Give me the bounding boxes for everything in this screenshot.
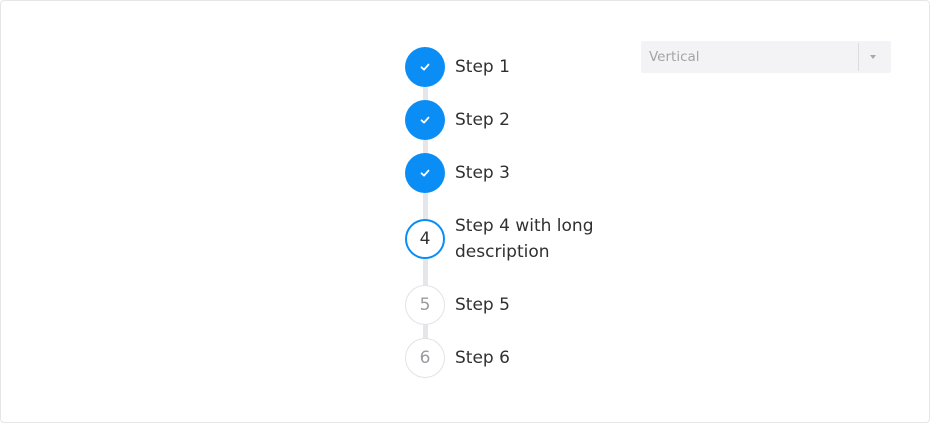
step-connector bbox=[423, 191, 428, 221]
step-4-indicator: 4 bbox=[405, 219, 445, 259]
step-connector bbox=[423, 257, 428, 287]
orientation-select-value: Vertical bbox=[649, 49, 700, 65]
check-icon bbox=[420, 116, 430, 124]
step-2-indicator bbox=[405, 100, 445, 140]
step-4-label: Step 4 with long description bbox=[455, 216, 594, 262]
step-5-label: Step 5 bbox=[455, 295, 510, 315]
step-2-label: Step 2 bbox=[455, 110, 510, 130]
step-6-indicator: 6 bbox=[405, 338, 445, 378]
check-icon bbox=[420, 63, 430, 71]
chevron-down-icon[interactable] bbox=[870, 55, 876, 59]
step-connector bbox=[423, 138, 428, 154]
step-3-label: Step 3 bbox=[455, 163, 510, 183]
step-connector bbox=[423, 85, 428, 101]
select-divider bbox=[858, 43, 859, 71]
demo-panel: Step 1 Step 2 Step 3 4 Step 4 with long … bbox=[0, 0, 930, 423]
step-1-label: Step 1 bbox=[455, 57, 510, 77]
step-6-label: Step 6 bbox=[455, 348, 510, 368]
check-icon bbox=[420, 169, 430, 177]
step-5-indicator: 5 bbox=[405, 285, 445, 325]
orientation-select[interactable]: Vertical bbox=[641, 41, 891, 73]
step-1-indicator bbox=[405, 47, 445, 87]
step-3-indicator bbox=[405, 153, 445, 193]
step-connector bbox=[423, 323, 428, 339]
